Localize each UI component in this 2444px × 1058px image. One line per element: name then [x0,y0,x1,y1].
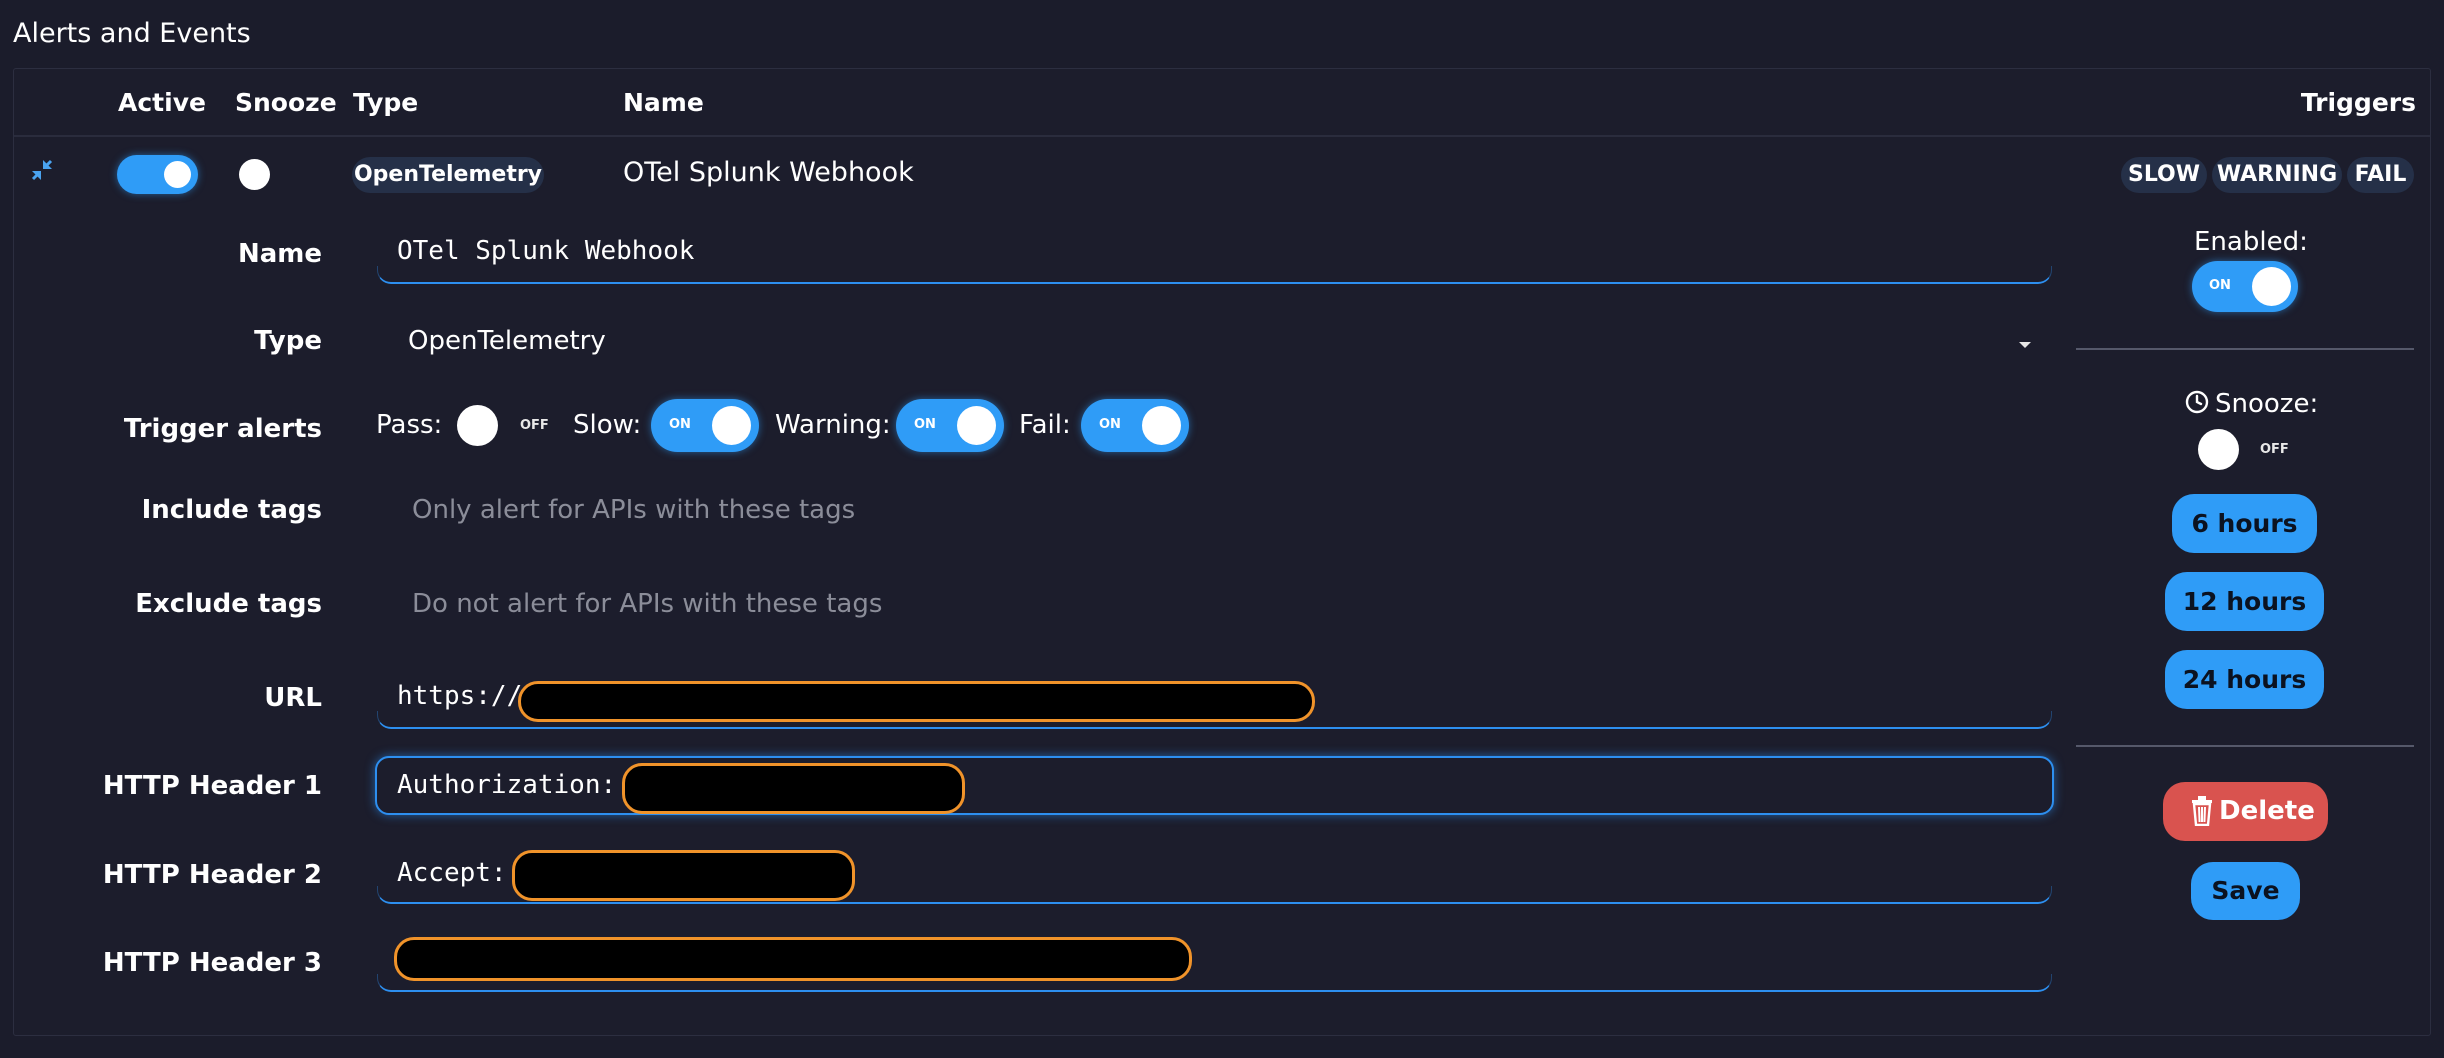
snooze-24-hours-button[interactable]: 24 hours [2165,650,2324,709]
pass-toggle-state: OFF [520,418,549,433]
redacted-header-1 [622,763,965,814]
warning-label: Warning: [775,410,891,440]
header-triggers: Triggers [2300,88,2416,117]
header2-prefix: Accept: [397,858,507,888]
slow-toggle-state: ON [669,417,691,432]
snooze-12-hours-button[interactable]: 12 hours [2165,572,2324,631]
header-type: Type [353,88,419,117]
divider [2076,745,2414,747]
page-title: Alerts and Events [13,18,251,49]
header-active: Active [118,88,206,117]
http-header-2-input[interactable] [377,886,2052,904]
include-tags-label: Include tags [141,495,322,525]
clock-icon [2185,390,2209,414]
snooze-side-toggle[interactable] [2198,429,2239,470]
toggle-knob [712,406,751,445]
type-badge: OpenTelemetry [352,157,544,193]
url-label: URL [264,683,322,713]
enabled-toggle-state: ON [2209,278,2231,293]
warning-toggle[interactable]: ON [896,399,1004,452]
type-label: Type [254,326,322,356]
snooze-toggle[interactable] [239,159,270,190]
toggle-knob [2252,267,2291,306]
name-input-value: OTel Splunk Webhook [397,236,695,266]
name-input[interactable] [377,266,2052,284]
http-header-2-label: HTTP Header 2 [102,860,322,890]
header-name: Name [623,88,704,117]
trigger-badge-slow: SLOW [2121,157,2207,193]
header1-prefix: Authorization: [397,770,617,800]
toggle-knob [957,406,996,445]
snooze-6-hours-button[interactable]: 6 hours [2172,494,2317,553]
exclude-tags-placeholder: Do not alert for APIs with these tags [412,589,883,619]
delete-label: Delete [2219,796,2315,826]
type-select[interactable] [377,318,2052,368]
url-prefix: https:// [397,681,523,711]
header-snooze: Snooze [235,88,337,117]
slow-toggle[interactable]: ON [651,399,759,452]
http-header-1-label: HTTP Header 1 [102,771,322,801]
row-name: OTel Splunk Webhook [623,157,914,188]
snooze-label: Snooze: [2215,389,2319,419]
trigger-badge-warning: WARNING [2212,157,2342,193]
trigger-badge-fail: FAIL [2347,157,2414,193]
toggle-knob [164,161,191,188]
slow-label: Slow: [573,410,642,440]
toggle-knob [1142,406,1181,445]
enabled-label: Enabled: [2194,227,2308,257]
warning-toggle-state: ON [914,417,936,432]
fail-toggle-state: ON [1099,417,1121,432]
http-header-3-label: HTTP Header 3 [102,948,322,978]
pass-toggle[interactable] [457,405,498,446]
enabled-toggle[interactable]: ON [2192,261,2298,312]
collapse-icon[interactable] [28,156,56,184]
url-input[interactable] [377,711,2052,729]
save-button[interactable]: Save [2191,862,2300,920]
include-tags-placeholder: Only alert for APIs with these tags [412,495,856,525]
delete-button[interactable]: Delete [2163,782,2328,841]
fail-toggle[interactable]: ON [1081,399,1189,452]
divider [2076,348,2414,350]
trash-icon [2191,796,2213,827]
name-label: Name [237,239,322,269]
active-toggle[interactable] [117,155,198,194]
snooze-state: OFF [2260,442,2289,457]
http-header-3-input[interactable] [377,974,2052,992]
trigger-alerts-label: Trigger alerts [123,414,322,444]
fail-label: Fail: [1019,410,1071,440]
pass-label: Pass: [376,410,443,440]
exclude-tags-label: Exclude tags [135,589,322,619]
